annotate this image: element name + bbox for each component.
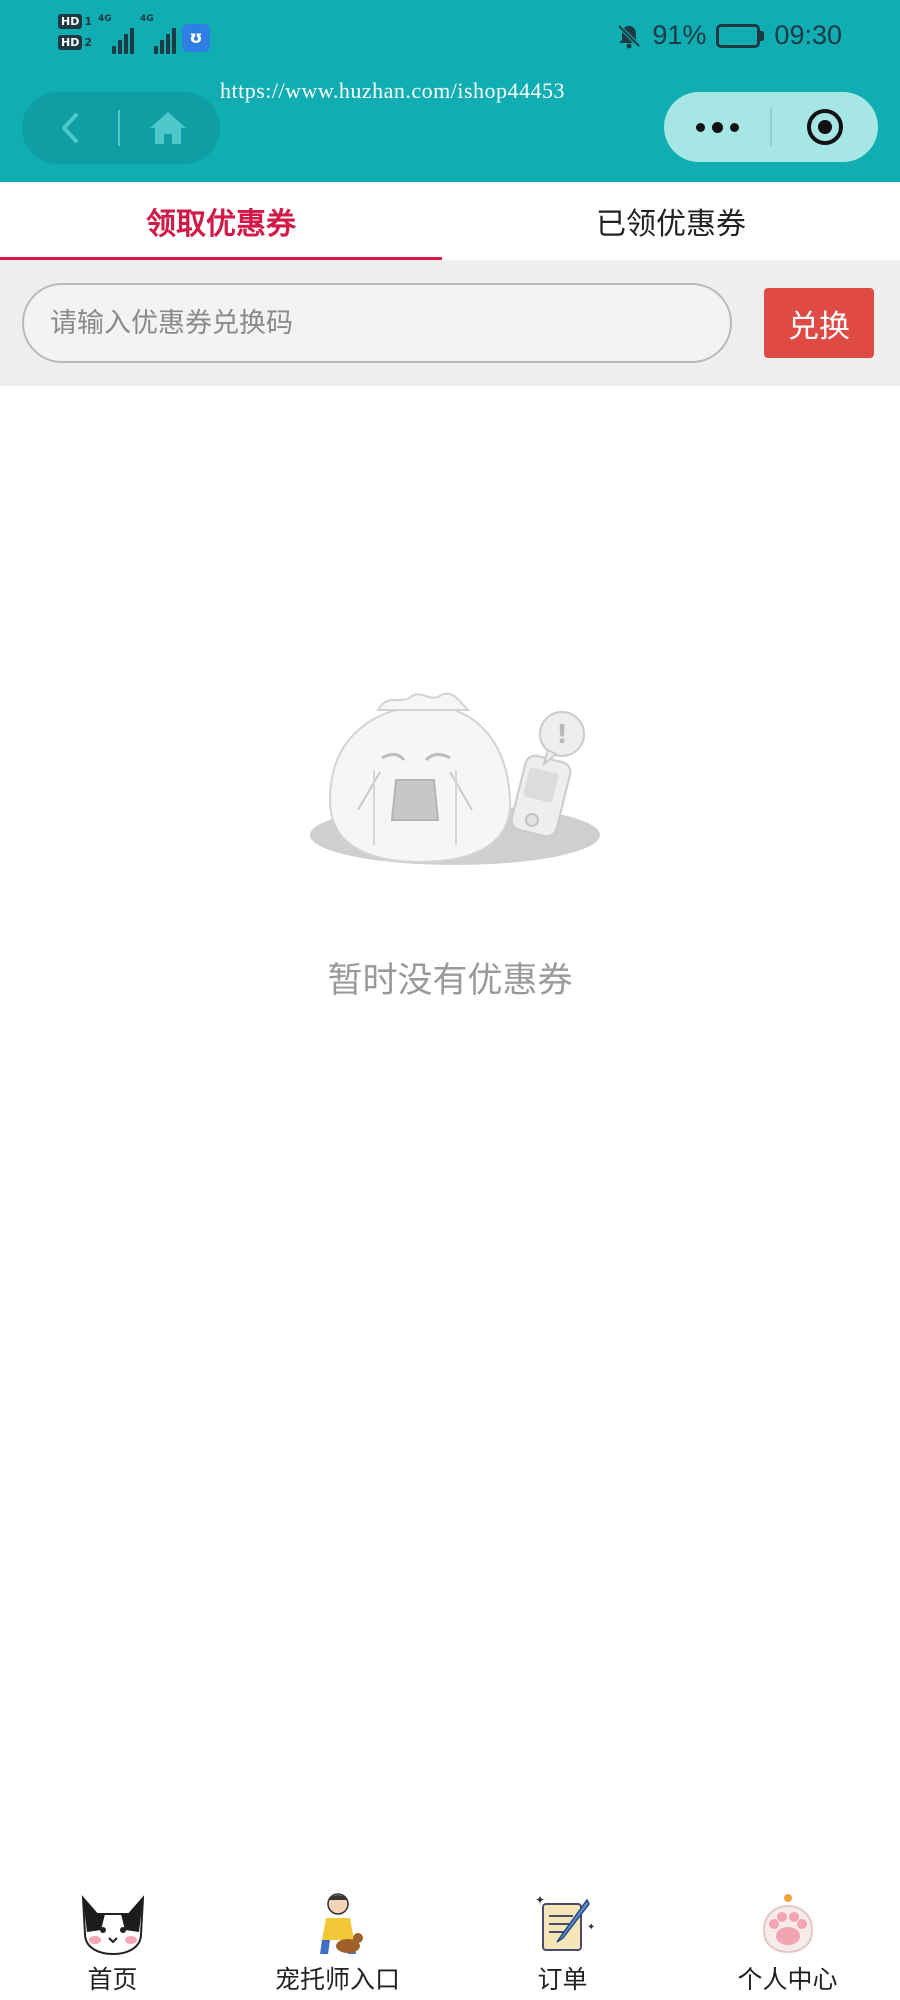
tab-claimed-coupons[interactable]: 已领优惠券 [442,182,900,260]
hd-indicator-1: HD 1 [58,14,92,29]
tabbar-item-pet-sitter[interactable]: 宠托师入口 [225,1880,450,2000]
tabbar-label: 订单 [537,1965,588,1994]
chevron-left-icon [62,113,78,143]
more-dots-icon [695,122,705,132]
target-close-icon [807,109,843,145]
hd-sim-number: 1 [84,15,92,28]
tab-claim-coupons[interactable]: 领取优惠券 [0,182,442,260]
redeem-bar: 兑换 [0,260,900,386]
empty-bun-icon: ! [310,692,600,865]
tabbar-item-profile[interactable]: 个人中心 [675,1880,900,2000]
status-bar-right: 91% 09:30 [616,20,842,51]
svg-text:✦: ✦ [535,1893,545,1907]
svg-text:!: ! [556,720,568,750]
top-header: HD 1 HD 2 4G 4G ʊ 91% 09:30 https://www.… [0,0,900,182]
watermark-url: https://www.huzhan.com/ishop44453 [220,78,566,103]
tabbar-item-home[interactable]: 首页 [0,1880,225,2000]
nav-capsule-left [22,92,220,164]
home-button[interactable] [120,92,216,164]
hd-indicators: HD 1 HD 2 [58,14,92,50]
redeem-button[interactable]: 兑换 [764,288,874,358]
battery-percent: 91% [652,20,707,50]
pet-sitter-icon [319,1893,363,1954]
network-type: 4G [98,14,112,24]
coupon-tabs: 领取优惠券 已领优惠券 [0,182,900,260]
cat-icon [81,1895,144,1956]
hd-label: HD [58,35,83,50]
hd-label: HD [58,14,83,29]
empty-state-message: 暂时没有优惠券 [327,961,573,1001]
tabbar-label: 首页 [87,1965,138,1994]
svg-text:✦: ✦ [587,1922,595,1933]
hd-indicator-2: HD 2 [58,35,92,50]
miniprogram-capsule [664,92,878,162]
order-note-icon: ✦ ✦ [535,1893,595,1951]
tabbar-label: 个人中心 [737,1965,838,1994]
app-notification-icon: ʊ [182,24,210,52]
paw-icon [762,1894,813,1954]
bell-muted-icon [616,23,642,49]
back-button[interactable] [22,92,118,164]
battery-icon [716,23,765,48]
bottom-tab-bar: 首页 宠托师入口 ✦ ✦ 订单 个人中心 [0,1880,900,2000]
signal-icon: 4G [140,14,176,54]
hd-sim-number: 2 [84,36,92,49]
more-button[interactable] [664,92,770,162]
network-type: 4G [140,14,154,24]
tabbar-label: 宠托师入口 [274,1965,400,1994]
tabbar-item-orders[interactable]: ✦ ✦ 订单 [450,1880,675,2000]
close-miniprogram-button[interactable] [772,92,878,162]
home-icon [150,112,186,144]
redeem-code-input[interactable] [22,283,732,363]
status-time: 09:30 [774,20,842,50]
status-bar-left: HD 1 HD 2 4G 4G ʊ [58,14,210,54]
signal-icon: 4G [98,14,134,54]
